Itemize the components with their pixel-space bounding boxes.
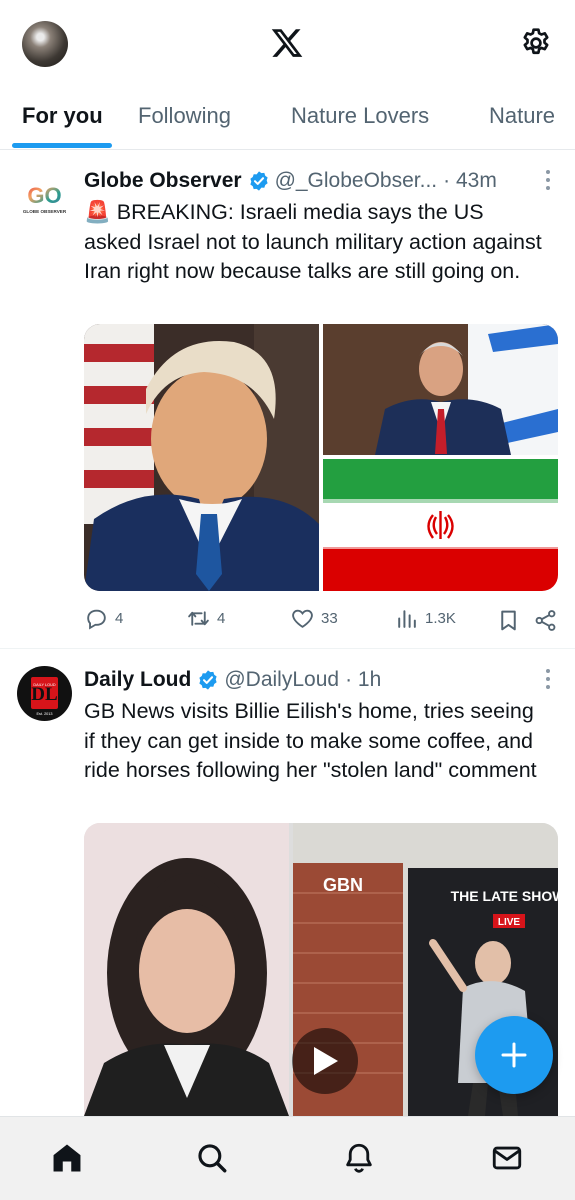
post-text: GB News visits Billie Eilish's home, tri…	[84, 699, 537, 782]
post-header: Daily Loud @DailyLoud · 1h	[84, 668, 539, 692]
post-media[interactable]	[84, 324, 558, 591]
tab-following[interactable]: Following	[138, 103, 231, 129]
repost-count: 4	[217, 610, 226, 627]
live-label: LIVE	[498, 917, 521, 928]
avatar[interactable]: GO GLOBE OBSERVER	[17, 171, 72, 226]
tab-nature-lovers[interactable]: Nature Lovers	[291, 103, 429, 129]
home-icon[interactable]	[50, 1141, 84, 1175]
post-actions: 4 4 33 1.3K	[84, 606, 558, 636]
more-options-icon[interactable]	[545, 169, 551, 191]
plus-icon	[501, 1042, 527, 1068]
video-play-button[interactable]	[292, 1028, 358, 1094]
avatar-logo-est: Est. 2013	[36, 712, 52, 716]
tab-nature[interactable]: Nature	[489, 103, 555, 129]
media-image-bottom-right[interactable]	[323, 459, 558, 591]
post-globe-observer[interactable]: GO GLOBE OBSERVER Globe Observer @_Globe…	[0, 151, 575, 649]
post-header: Globe Observer @_GlobeObser... · 43m	[84, 169, 539, 193]
late-show-watermark: THE LATE SHOW	[451, 888, 558, 904]
author-name[interactable]: Daily Loud	[84, 668, 191, 692]
play-icon	[314, 1047, 338, 1075]
media-image-left[interactable]	[84, 324, 319, 591]
post-time[interactable]: · 1h	[345, 668, 381, 692]
avatar-logo-subtext: DAILY LOUD	[33, 683, 55, 687]
avatar-logo-text: GO	[27, 183, 61, 208]
top-bar	[0, 0, 575, 86]
repost-button[interactable]: 4	[186, 606, 225, 631]
active-tab-indicator	[12, 143, 112, 148]
repost-icon	[188, 611, 209, 626]
author-name[interactable]: Globe Observer	[84, 169, 242, 193]
bottom-navigation	[0, 1116, 575, 1200]
avatar-logo-text: DL	[31, 684, 57, 705]
compose-post-button[interactable]	[475, 1016, 553, 1094]
post-text: 🚨 BREAKING: Israeli media says the US as…	[84, 200, 542, 283]
views-chart-icon	[398, 610, 416, 628]
gear-icon[interactable]	[519, 26, 553, 60]
avatar[interactable]: DL DAILY LOUD Est. 2013	[17, 666, 72, 721]
more-options-icon[interactable]	[545, 668, 551, 690]
x-logo-icon[interactable]	[270, 26, 304, 60]
like-button[interactable]: 33	[290, 606, 338, 631]
verified-badge-icon	[249, 171, 268, 191]
reply-icon	[87, 609, 106, 630]
views-button[interactable]: 1.3K	[394, 606, 456, 631]
avatar-logo-subtext: GLOBE OBSERVER	[23, 209, 67, 214]
bell-icon[interactable]	[342, 1141, 376, 1175]
tab-for-you[interactable]: For you	[22, 103, 103, 129]
timeline-tabs: For you Following Nature Lovers Nature	[0, 88, 575, 150]
media-image-top-right[interactable]	[323, 324, 558, 455]
profile-avatar[interactable]	[22, 21, 68, 67]
mail-icon[interactable]	[490, 1141, 524, 1175]
search-icon[interactable]	[195, 1141, 229, 1175]
share-icon[interactable]	[533, 608, 558, 633]
video-frame-left	[84, 823, 289, 1116]
author-handle[interactable]: @DailyLoud	[224, 668, 339, 692]
like-count: 33	[321, 610, 338, 627]
author-handle[interactable]: @_GlobeObser...	[275, 169, 438, 193]
reply-count: 4	[115, 610, 124, 627]
verified-badge-icon	[199, 670, 217, 690]
reply-button[interactable]: 4	[84, 606, 123, 631]
heart-icon	[292, 609, 313, 628]
bookmark-icon[interactable]	[496, 608, 521, 633]
gbn-watermark: GBN	[323, 875, 363, 895]
post-time[interactable]: · 43m	[443, 169, 497, 193]
view-count: 1.3K	[425, 610, 456, 627]
